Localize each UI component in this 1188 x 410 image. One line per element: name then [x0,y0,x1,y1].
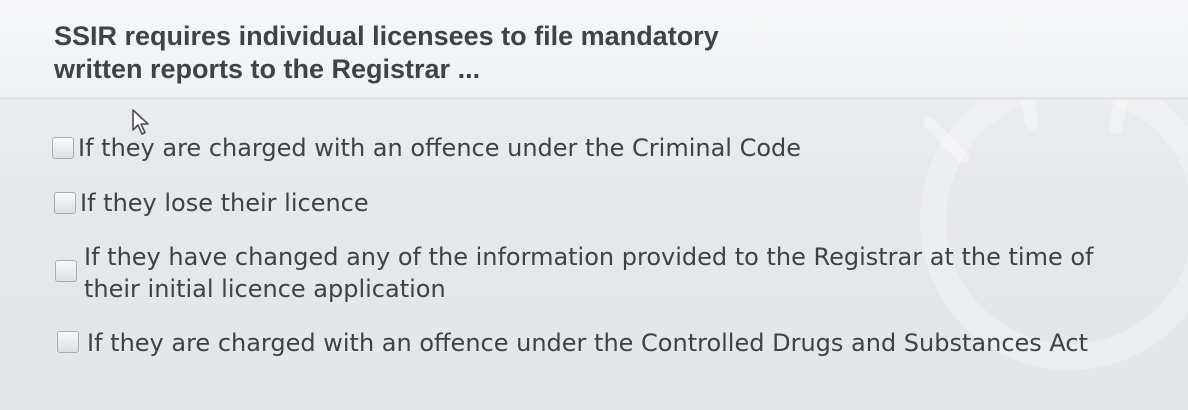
answer-checkbox[interactable] [57,331,79,353]
arrow-cursor-icon [132,109,149,135]
answer-checkbox[interactable] [52,137,74,159]
answer-label-line1: If they have changed any of the informat… [84,243,1094,271]
answer-label-line2: their initial licence application [84,275,446,303]
answer-label: If they are charged with an offence unde… [87,329,1089,357]
answer-label: If they lose their licence [80,189,369,217]
answer-checkbox[interactable] [55,260,77,282]
answer-label: If they are charged with an offence unde… [78,134,802,162]
answer-option-changed-information[interactable]: If they have changed any of the informat… [50,240,1140,306]
answer-option-criminal-code[interactable]: If they are charged with an offence unde… [50,131,850,167]
answer-checkbox[interactable] [54,192,76,214]
answer-list: If they are charged with an offence unde… [0,0,1188,410]
answer-option-controlled-drugs[interactable]: If they are charged with an offence unde… [55,327,1125,363]
answer-option-lose-licence[interactable]: If they lose their licence [50,186,390,222]
